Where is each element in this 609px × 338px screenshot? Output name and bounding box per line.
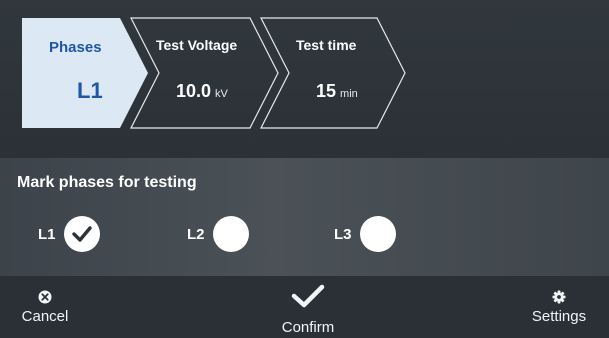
step-voltage-value-wrap: 10.0 kV xyxy=(176,81,228,102)
step-phases-shape[interactable] xyxy=(22,18,148,128)
phase-l1-label: L1 xyxy=(38,225,56,243)
phase-l3-checkbox[interactable] xyxy=(359,216,396,252)
step-phases-value: L1 xyxy=(77,78,103,103)
phase-l3-label: L3 xyxy=(334,225,352,243)
step-time-value-wrap: 15 min xyxy=(316,81,358,102)
step-time-value: 15 xyxy=(316,81,337,101)
step-time-shape[interactable] xyxy=(260,17,406,129)
step-voltage-title: Test Voltage xyxy=(156,37,238,53)
phase-l2[interactable]: L2 xyxy=(187,216,249,252)
step-voltage-shape[interactable] xyxy=(130,17,279,129)
phase-l2-checkbox[interactable] xyxy=(212,216,249,252)
step-voltage-value: 10.0 xyxy=(176,81,212,101)
panel-title: Mark phases for testing xyxy=(17,174,197,191)
gear-icon xyxy=(552,290,566,304)
confirm-label: Confirm xyxy=(281,319,335,336)
phase-l3[interactable]: L3 xyxy=(334,216,396,252)
check-icon xyxy=(71,226,92,242)
phase-l2-label: L2 xyxy=(187,225,205,243)
cancel-label: Cancel xyxy=(21,308,69,325)
cancel-button[interactable]: Cancel xyxy=(15,290,75,325)
phase-l1-checkbox[interactable] xyxy=(63,216,100,252)
step-indicator: Phases L1 Test Voltage 10.0 kV Test time … xyxy=(0,0,609,150)
screen: Phases L1 Test Voltage 10.0 kV Test time … xyxy=(0,0,609,338)
step-time-title: Test time xyxy=(296,37,357,53)
settings-button[interactable]: Settings xyxy=(521,290,597,325)
step-shapes xyxy=(22,17,406,129)
footer-bar: Cancel Confirm Settings xyxy=(0,276,609,338)
phase-selection-panel: Mark phases for testing L1 L2 L3 xyxy=(0,158,609,276)
phase-l1[interactable]: L1 xyxy=(38,216,100,252)
checkmark-icon xyxy=(291,284,325,308)
settings-label: Settings xyxy=(531,308,587,325)
close-circle-icon xyxy=(38,290,52,304)
step-phases-title: Phases xyxy=(49,39,102,56)
step-time-unit: min xyxy=(340,88,358,100)
step-voltage-unit: kV xyxy=(215,88,228,100)
confirm-button[interactable]: Confirm xyxy=(270,283,346,336)
